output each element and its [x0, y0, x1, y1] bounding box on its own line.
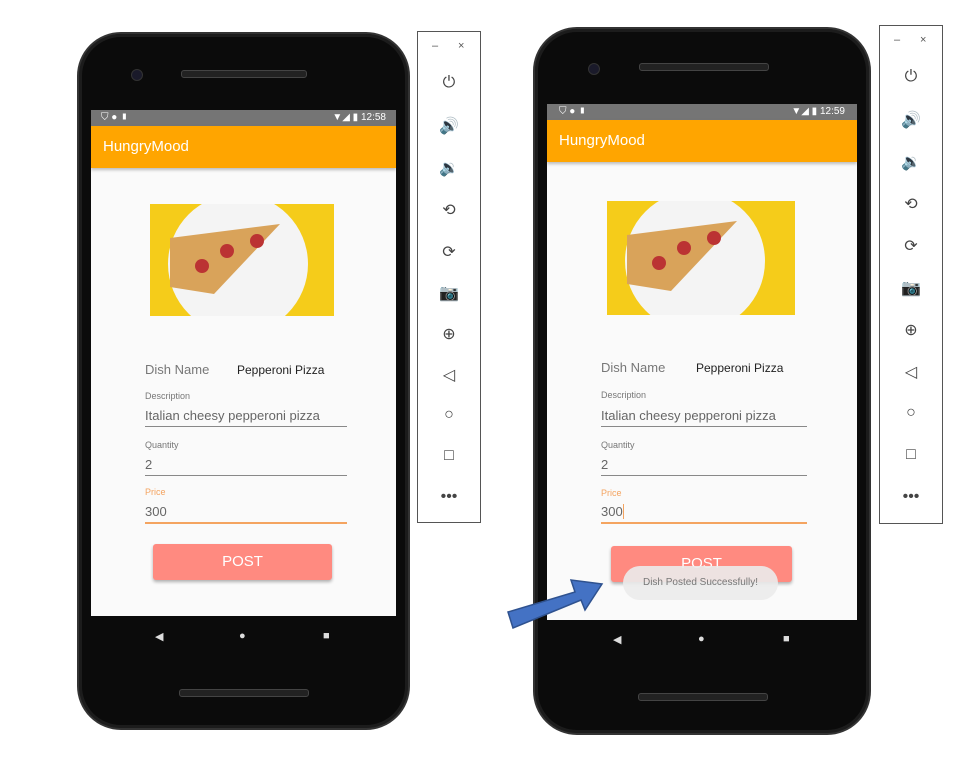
back-icon[interactable]: ◁ [880, 362, 942, 382]
price-value: 300 [601, 504, 623, 519]
description-input[interactable]: Italian cheesy pepperoni pizza [601, 408, 807, 427]
clock: 12:59 [819, 106, 845, 117]
emulator-toolbar-2: – × ⏻ 🔊 🔉 ⟲ ⟳ 📷 ⊕ ◁ ○ □ ••• [879, 25, 943, 524]
close-button[interactable]: × [458, 40, 464, 52]
speaker [179, 689, 309, 697]
app-screen: ⛉ ● ▮ ▼◢ ▮ 12:58 HungryMood Dish Name Pep… [91, 110, 396, 616]
zoom-icon[interactable]: ⊕ [418, 324, 480, 344]
home-nav-icon[interactable]: ● [698, 633, 705, 645]
status-bar: ⛉ ● ▮ ▼◢ ▮ 12:58 [91, 110, 396, 126]
app-title: HungryMood [547, 120, 857, 162]
back-nav-icon[interactable]: ◀ [155, 630, 163, 643]
price-label: Price [601, 488, 622, 498]
minimize-button[interactable]: – [432, 40, 438, 52]
dish-image [607, 201, 795, 315]
close-button[interactable]: × [920, 34, 926, 46]
power-icon[interactable]: ⏻ [880, 68, 942, 86]
volume-up-icon[interactable]: 🔊 [418, 116, 480, 136]
overview-icon[interactable]: □ [418, 447, 480, 465]
app-screen: ⛉ ● ▮ ▼◢ ▮ 12:59 HungryMood Dish Name Pep… [547, 104, 857, 620]
dish-name-label: Dish Name [145, 362, 210, 377]
camera [588, 63, 600, 75]
price-input[interactable]: 300 [601, 504, 807, 524]
quantity-input[interactable]: 2 [145, 457, 347, 476]
post-button[interactable]: POST [153, 544, 332, 580]
camera-icon[interactable]: 📷 [418, 283, 480, 303]
more-icon[interactable]: ••• [418, 488, 480, 506]
arrow-annotation-icon [507, 579, 604, 630]
volume-down-icon[interactable]: 🔉 [418, 158, 480, 178]
price-label: Price [145, 487, 166, 497]
dish-name-value: Pepperoni Pizza [696, 361, 784, 375]
rotate-right-icon[interactable]: ⟳ [418, 242, 480, 262]
quantity-label: Quantity [601, 440, 635, 450]
clock: 12:58 [360, 112, 386, 123]
emulator-toolbar-1: – × ⏻ 🔊 🔉 ⟲ ⟳ 📷 ⊕ ◁ ○ □ ••• [417, 31, 481, 523]
app-title: HungryMood [91, 126, 396, 168]
overview-nav-icon[interactable]: ■ [783, 633, 790, 645]
zoom-icon[interactable]: ⊕ [880, 320, 942, 340]
speaker [181, 70, 307, 78]
minimize-button[interactable]: – [894, 34, 900, 46]
status-bar: ⛉ ● ▮ ▼◢ ▮ 12:59 [547, 104, 857, 120]
volume-up-icon[interactable]: 🔊 [880, 110, 942, 130]
back-nav-icon[interactable]: ◀ [613, 633, 621, 646]
dish-name-value: Pepperoni Pizza [237, 363, 325, 377]
status-icons: ⛉ ● ▮ [559, 106, 587, 117]
price-input[interactable]: 300 [145, 504, 347, 524]
speaker [639, 63, 769, 71]
signal-icon: ▼◢ ▮ [791, 106, 820, 117]
camera-icon[interactable]: 📷 [880, 278, 942, 298]
description-label: Description [601, 390, 647, 400]
rotate-right-icon[interactable]: ⟳ [880, 236, 942, 256]
signal-icon: ▼◢ ▮ [332, 112, 361, 123]
camera [131, 69, 143, 81]
dish-name-label: Dish Name [601, 360, 666, 375]
more-icon[interactable]: ••• [880, 488, 942, 506]
text-cursor [622, 504, 628, 519]
volume-down-icon[interactable]: 🔉 [880, 152, 942, 172]
overview-nav-icon[interactable]: ■ [323, 630, 330, 642]
description-input[interactable]: Italian cheesy pepperoni pizza [145, 408, 347, 427]
home-icon[interactable]: ○ [880, 404, 942, 422]
rotate-left-icon[interactable]: ⟲ [880, 194, 942, 214]
emulator-phone-1: ⛉ ● ▮ ▼◢ ▮ 12:58 HungryMood Dish Name Pep… [77, 32, 410, 730]
dish-image [150, 204, 334, 316]
back-icon[interactable]: ◁ [418, 365, 480, 385]
quantity-label: Quantity [145, 440, 179, 450]
home-nav-icon[interactable]: ● [239, 630, 246, 642]
toast-message: Dish Posted Successfully! [623, 566, 778, 600]
description-label: Description [145, 391, 191, 401]
power-icon[interactable]: ⏻ [418, 74, 480, 92]
status-icons: ⛉ ● ▮ [101, 112, 129, 123]
quantity-input[interactable]: 2 [601, 457, 807, 476]
speaker [638, 693, 768, 701]
overview-icon[interactable]: □ [880, 446, 942, 464]
rotate-left-icon[interactable]: ⟲ [418, 200, 480, 220]
home-icon[interactable]: ○ [418, 406, 480, 424]
